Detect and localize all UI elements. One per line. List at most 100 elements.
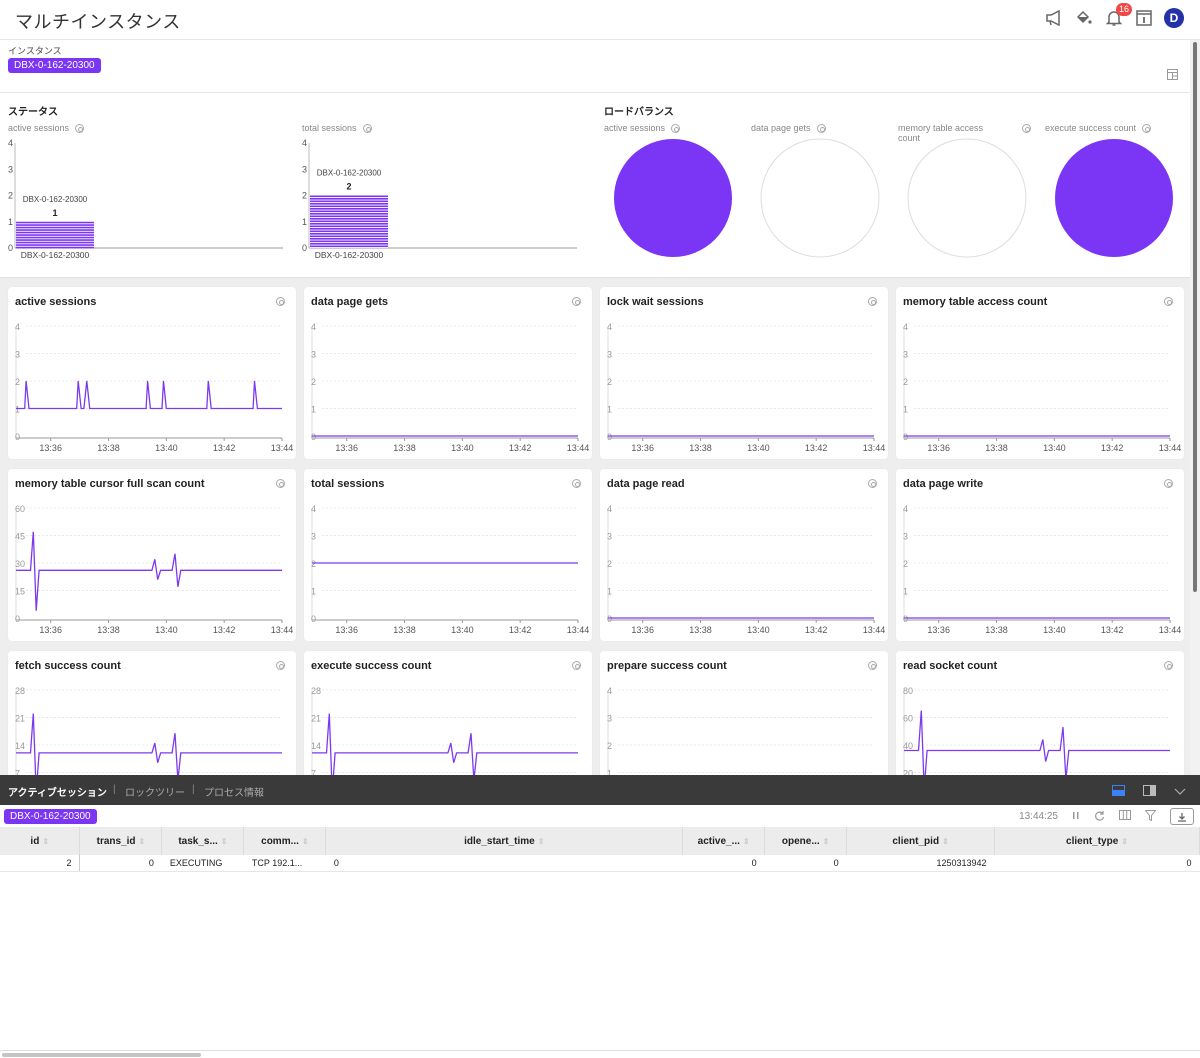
bell-icon[interactable]: 16 — [1104, 3, 1132, 28]
bar-stripe — [16, 246, 94, 249]
dock-bottom-icon[interactable] — [1112, 783, 1125, 801]
avatar[interactable]: D — [1164, 8, 1184, 28]
info-book-icon[interactable] — [1134, 8, 1154, 28]
gear-icon[interactable] — [1022, 124, 1031, 133]
horizontal-scrollbar[interactable] — [0, 1050, 1200, 1058]
columns-icon[interactable] — [1119, 810, 1131, 823]
table-row[interactable]: 2 0 EXECUTING TCP 192.1... 0 0 0 1250313942 0 — [0, 855, 1200, 872]
tab-active-sessions[interactable]: アクティブセッション — [8, 784, 107, 799]
table-cell: 1250313942 — [846, 855, 995, 872]
gear-icon[interactable] — [868, 661, 877, 670]
x-tick-label: 13:40 — [747, 443, 770, 453]
metric-card: data page read 0 1 2 3 4 13:36 13:38 13:40 13:42 1… — [600, 469, 888, 641]
column-header[interactable]: client_pid ⇕ — [846, 827, 996, 855]
column-header[interactable]: opene... ⇕ — [764, 827, 848, 855]
x-tick-label: 13:40 — [1043, 625, 1066, 635]
line-chart: 0714212813:3613:3813:4013:4213:44 — [15, 686, 282, 775]
x-tick-label: 13:42 — [213, 443, 236, 453]
refresh-icon[interactable] — [1094, 810, 1105, 824]
gear-icon[interactable] — [276, 661, 285, 670]
gear-icon[interactable] — [572, 479, 581, 488]
y-tick-label: 2 — [903, 377, 908, 387]
gear-icon[interactable] — [276, 297, 285, 306]
column-header[interactable]: idle_start_time ⇕ — [325, 827, 684, 855]
bar-stripe — [310, 198, 388, 200]
y-tick-label: 4 — [302, 138, 307, 148]
metric-card: active sessions 0 1 2 3 4 13:36 13:38 13:40 13:42… — [8, 287, 296, 459]
gear-icon[interactable] — [276, 479, 285, 488]
metric-card-title: prepare success count — [607, 660, 727, 672]
column-header[interactable]: id ⇕ — [0, 827, 81, 855]
line-chart: 0 1 2 3 4 13:36 13:38 13:40 13:42 13:44 — [311, 322, 589, 453]
y-tick-label: 4 — [607, 686, 612, 696]
sort-icon[interactable]: ⇕ — [942, 837, 949, 846]
tab-lock-tree[interactable]: ロックツリー — [125, 784, 185, 799]
gear-icon[interactable] — [1164, 661, 1173, 670]
gear-icon[interactable] — [868, 479, 877, 488]
bar-stripe — [310, 233, 388, 235]
scrollbar-thumb[interactable] — [2, 1053, 201, 1057]
gear-icon[interactable] — [572, 297, 581, 306]
column-header[interactable]: comm... ⇕ — [243, 827, 327, 855]
pause-icon[interactable] — [1072, 811, 1080, 823]
gear-icon[interactable] — [572, 661, 581, 670]
x-tick-label: 13:38 — [97, 625, 120, 635]
filter-icon[interactable] — [1144, 809, 1157, 824]
x-tick-label: 13:40 — [155, 443, 178, 453]
column-header[interactable]: task_s... ⇕ — [161, 827, 245, 855]
column-header[interactable]: trans_id ⇕ — [79, 827, 163, 855]
sort-icon[interactable]: ⇕ — [302, 837, 309, 846]
table-cell: 0 — [325, 855, 683, 872]
sort-icon[interactable]: ⇕ — [221, 837, 228, 846]
sort-icon[interactable]: ⇕ — [42, 837, 49, 846]
gear-icon[interactable] — [1142, 124, 1152, 134]
sort-icon[interactable]: ⇕ — [1121, 837, 1128, 846]
y-tick-label: 3 — [607, 350, 612, 360]
bar-stripe — [310, 235, 388, 238]
gear-icon[interactable] — [671, 124, 681, 134]
table-cell: TCP 192.1... — [243, 855, 326, 872]
megaphone-icon[interactable] — [1044, 8, 1064, 28]
bar-value-label: 1 — [52, 208, 57, 218]
scrollbar-thumb[interactable] — [1193, 42, 1197, 592]
gear-icon[interactable] — [362, 124, 372, 134]
metric-card-title: data page gets — [311, 296, 389, 308]
header-icons: 16 D — [1044, 3, 1184, 28]
dock-right-icon[interactable] — [1143, 783, 1156, 801]
gear-icon[interactable] — [816, 124, 826, 134]
gear-icon[interactable] — [1164, 479, 1173, 488]
y-tick-label: 3 — [903, 350, 908, 360]
paint-bucket-icon[interactable] — [1074, 8, 1094, 28]
bar-stripe — [310, 240, 388, 243]
layout-icon[interactable] — [1167, 67, 1178, 85]
column-header[interactable]: client_type ⇕ — [994, 827, 1200, 855]
gear-icon[interactable] — [75, 124, 85, 134]
series-line — [904, 710, 1170, 775]
metric-card-title: data page write — [903, 478, 984, 490]
sort-icon[interactable]: ⇕ — [823, 837, 830, 846]
y-tick-label: 0 — [15, 614, 20, 624]
y-tick-label: 3 — [302, 164, 307, 174]
y-tick-label: 1 — [15, 405, 20, 415]
y-tick-label: 2 — [311, 559, 316, 569]
sort-icon[interactable]: ⇕ — [139, 837, 146, 846]
instance-chip[interactable]: DBX-0-162-20300 — [8, 58, 101, 73]
table-body: 2 0 EXECUTING TCP 192.1... 0 0 0 1250313942 0 — [0, 855, 1200, 872]
bottom-toolbar: DBX-0-162-20300 13:44:25 — [0, 805, 1200, 827]
column-header-label: task_s... — [178, 835, 218, 847]
gear-icon[interactable] — [868, 297, 877, 306]
vertical-scrollbar[interactable] — [1190, 40, 1200, 775]
line-chart: 0714212813:3613:3813:4013:4213:44 — [311, 686, 578, 775]
tab-process-info[interactable]: プロセス情報 — [204, 784, 264, 799]
x-tick-label: 13:42 — [509, 443, 532, 453]
column-header[interactable]: active_... ⇕ — [682, 827, 766, 855]
gear-icon[interactable] — [1164, 297, 1173, 306]
instance-chip[interactable]: DBX-0-162-20300 — [4, 809, 97, 824]
download-button[interactable] — [1170, 808, 1194, 825]
collapse-chevron-icon[interactable] — [1174, 783, 1186, 801]
x-tick-label: 13:42 — [805, 443, 828, 453]
sort-icon[interactable]: ⇕ — [538, 837, 545, 846]
lb-chart-title: data page gets — [751, 123, 861, 134]
notification-badge: 16 — [1115, 3, 1132, 16]
sort-icon[interactable]: ⇕ — [743, 837, 750, 846]
